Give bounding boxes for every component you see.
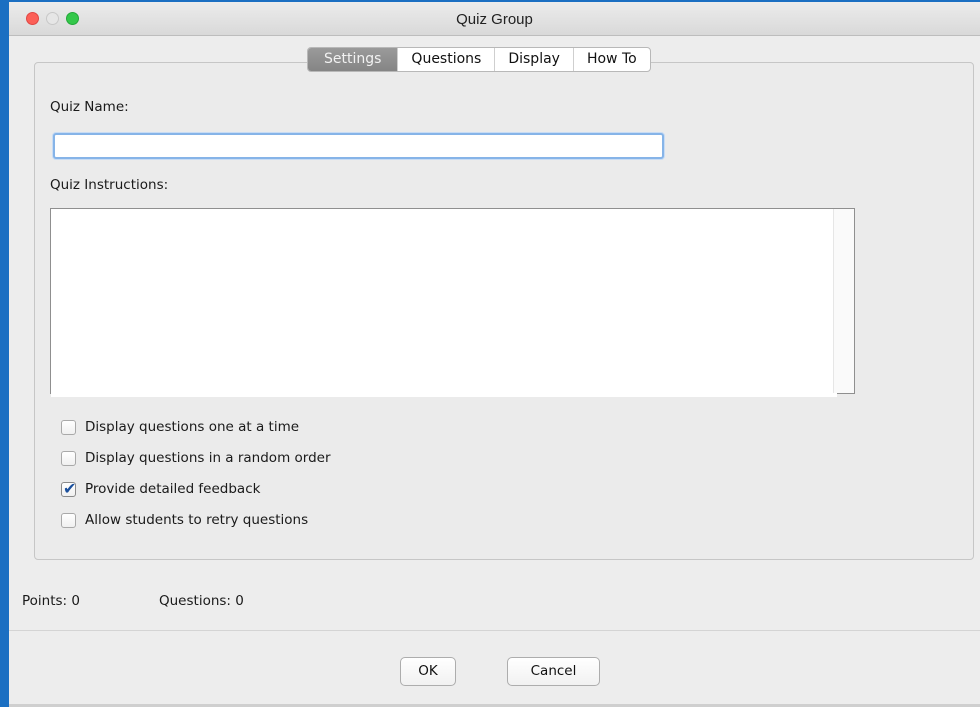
tab-display[interactable]: Display [494,48,573,71]
quiz-instructions-textarea[interactable] [51,209,837,397]
option-retry-questions[interactable]: Allow students to retry questions [61,510,308,530]
option-label: Allow students to retry questions [85,512,309,528]
tab-settings[interactable]: Settings [308,48,398,71]
tab-questions[interactable]: Questions [397,48,494,71]
cancel-button[interactable]: Cancel [507,657,600,686]
title-bar: Quiz Group [9,0,980,36]
option-one-at-a-time[interactable]: Display questions one at a time [61,417,299,437]
option-detailed-feedback[interactable]: ✔ Provide detailed feedback [61,479,260,499]
option-label: Display questions in a random order [85,450,331,466]
checkbox-retry-questions[interactable] [61,512,76,528]
option-random-order[interactable]: Display questions in a random order [61,448,331,468]
checkbox-detailed-feedback[interactable]: ✔ [61,478,77,498]
footer-divider [9,630,980,631]
quiz-instructions-field [50,208,855,397]
checkmark-icon: ✔ [63,478,77,498]
instructions-scrollbar[interactable] [833,209,854,393]
points-status: Points: 0 [22,593,80,609]
checkbox-one-at-a-time[interactable] [61,419,76,435]
option-label: Provide detailed feedback [85,481,261,497]
tab-bar: Settings Questions Display How To [307,47,651,72]
quiz-group-window: Quiz Group Settings Questions Display Ho… [0,0,980,707]
checkbox-random-order[interactable] [61,450,76,466]
quiz-name-label: Quiz Name: [50,99,129,115]
quiz-name-input[interactable] [53,133,664,159]
window-title: Quiz Group [456,11,533,28]
quiz-instructions-label: Quiz Instructions: [50,177,169,193]
tab-how-to[interactable]: How To [572,48,650,71]
option-label: Display questions one at a time [85,419,300,435]
questions-status: Questions: 0 [159,593,244,609]
ok-button[interactable]: OK [400,657,456,686]
